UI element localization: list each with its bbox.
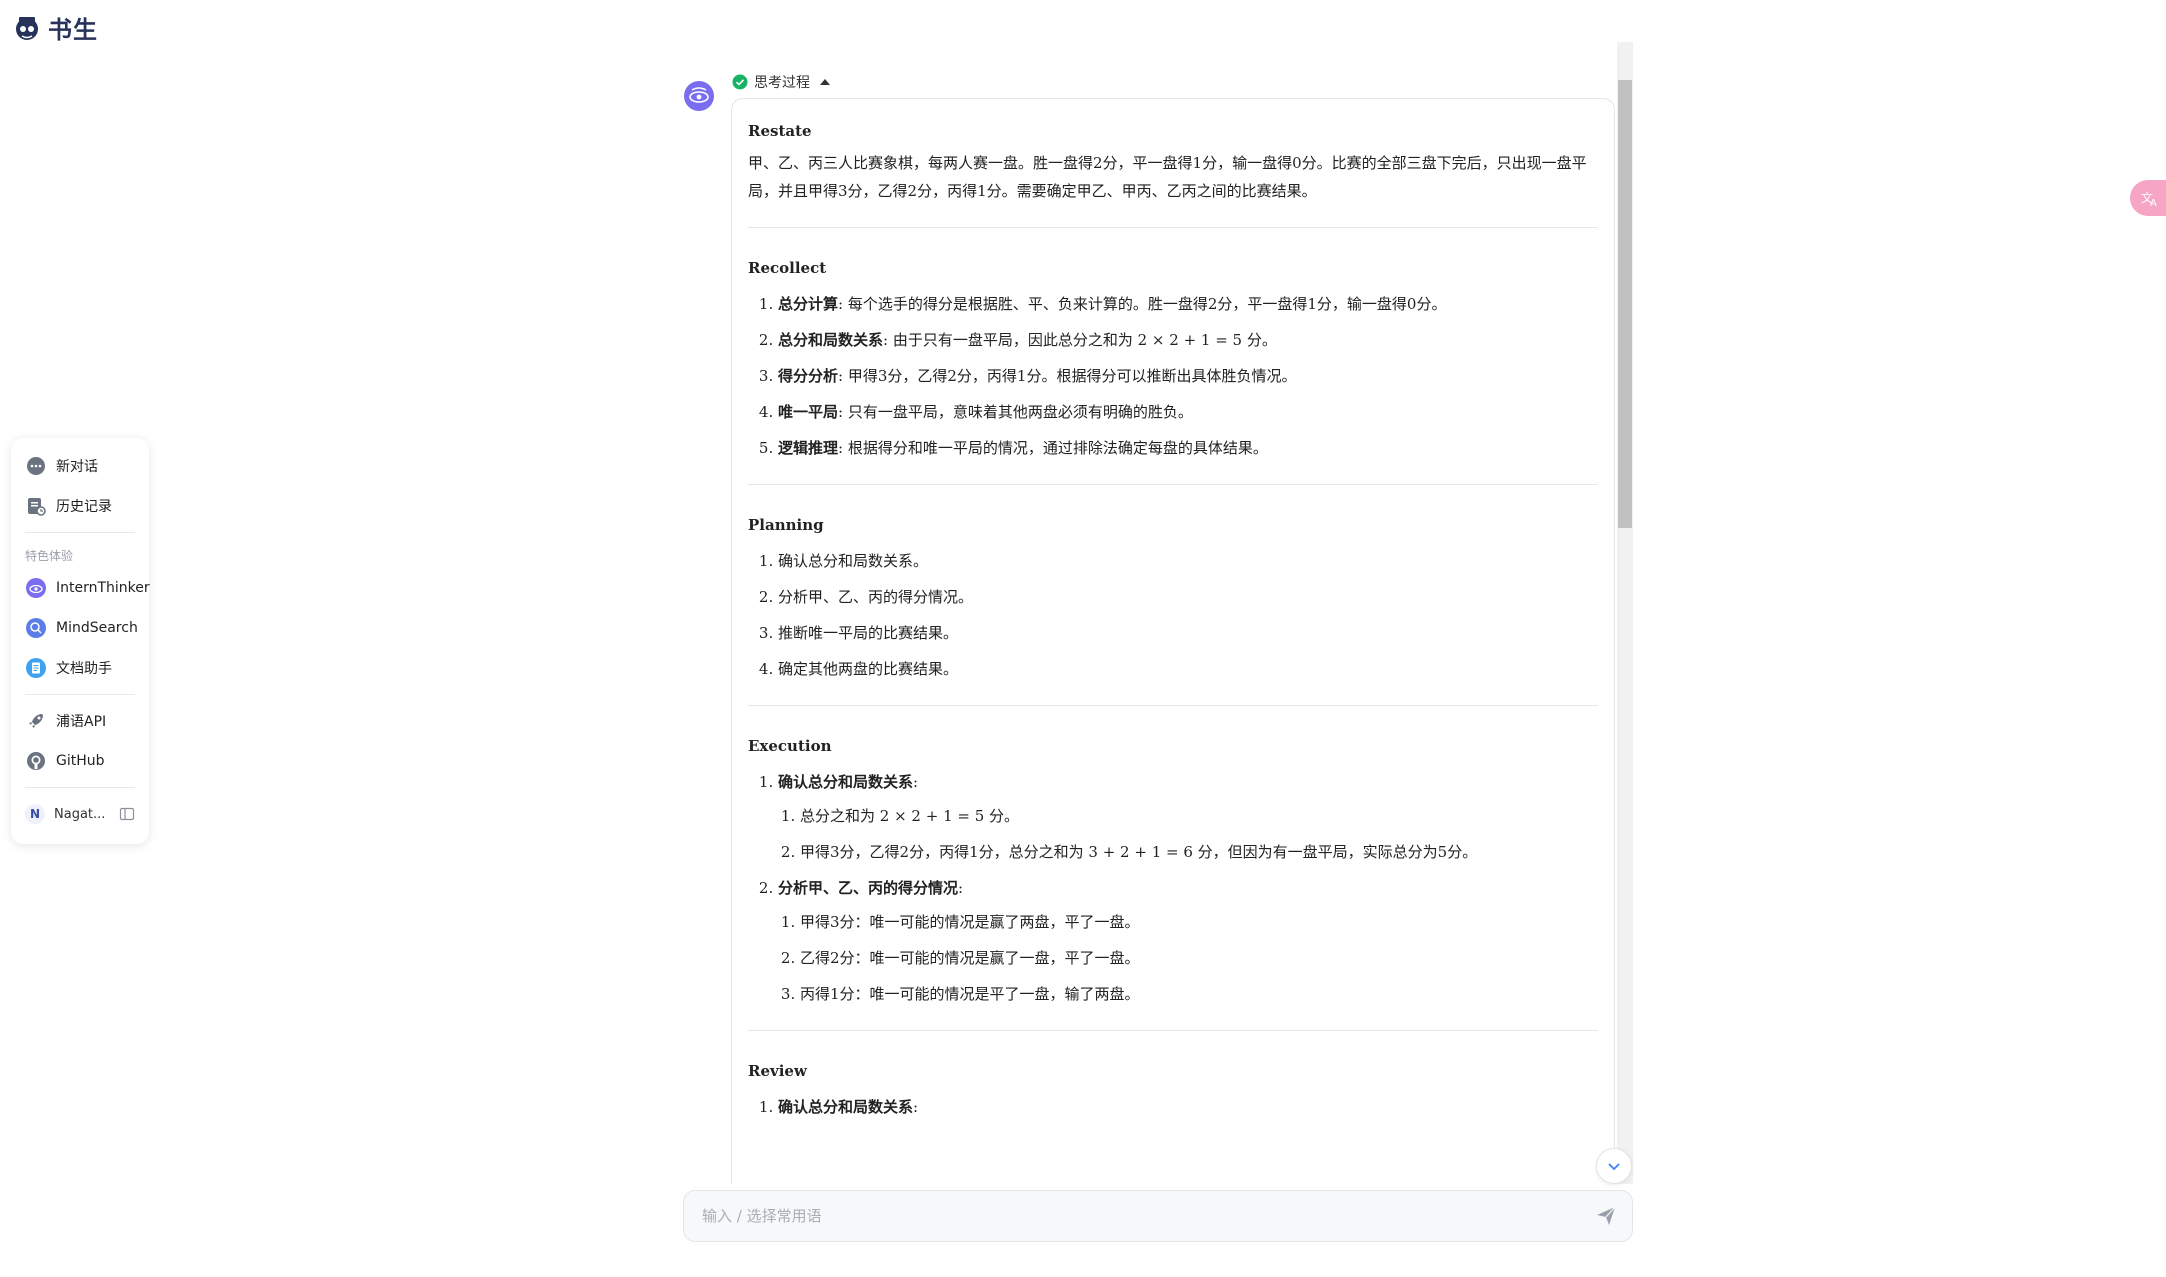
section-divider [748,227,1598,228]
nav-divider [25,787,135,788]
send-icon[interactable] [1594,1204,1618,1228]
translate-icon: 文A [2141,190,2157,209]
github-icon [25,750,47,772]
brand-logo[interactable]: 书生 [12,10,98,45]
translate-extension-button[interactable]: 文A [2130,180,2166,216]
history-icon [25,495,47,517]
step-suffix: : [913,773,919,791]
sidebar-collapse-icon[interactable] [119,806,135,822]
item-text: : 根据得分和唯一平局的情况，通过排除法确定每盘的具体结果。 [838,439,1268,457]
step-title: 确认总分和局数关系 [778,773,914,791]
nav-item-label: GitHub [56,753,105,769]
list-item: 分析甲、乙、丙的得分情况: 甲得3分：唯一可能的情况是赢了两盘，平了一盘。 乙得… [778,874,1598,1008]
item-text: : [913,1098,919,1116]
section-title-execution: Execution [748,737,832,755]
section-title-restate: Restate [748,122,812,140]
thinking-panel: Restate 甲、乙、丙三人比赛象棋，每两人赛一盘。胜一盘得2分，平一盘得1分… [731,98,1615,1184]
section-title-recollect: Recollect [748,259,827,277]
list-item: 推断唯一平局的比赛结果。 [778,619,1598,647]
list-item: 丙得1分：唯一可能的情况是平了一盘，输了两盘。 [800,980,1598,1008]
avatar: N [25,804,45,824]
sub-list: 甲得3分：唯一可能的情况是赢了两盘，平了一盘。 乙得2分：唯一可能的情况是赢了一… [778,908,1598,1008]
item-term: 总分和局数关系 [778,331,884,349]
nav-item-label: 文档助手 [56,661,112,677]
planning-list: 确认总分和局数关系。 分析甲、乙、丙的得分情况。 推断唯一平局的比赛结果。 确定… [748,547,1598,683]
chat-bubble-icon [25,455,47,477]
nav-item-label: MindSearch [56,620,138,636]
nav-item-label: InternThinker [56,580,150,596]
list-item: 确认总分和局数关系: [778,1093,1598,1121]
nav-item-label: 浦语API [56,714,107,730]
brand-name: 书生 [48,16,98,44]
list-item: 确定其他两盘的比赛结果。 [778,655,1598,683]
nav-new-chat[interactable]: 新对话 [11,446,149,486]
execution-list: 确认总分和局数关系: 总分之和为 2 × 2 + 1 = 5 分。 甲得3分，乙… [748,768,1598,1008]
list-item: 总分之和为 2 × 2 + 1 = 5 分。 [800,802,1598,830]
section-divider [748,705,1598,706]
item-term: 确认总分和局数关系 [778,1098,914,1116]
item-term: 唯一平局 [778,403,839,421]
nav-divider [25,694,135,695]
list-item: 总分和局数关系: 由于只有一盘平局，因此总分之和为 2 × 2 + 1 = 5 … [778,326,1598,354]
shusheng-logo-icon [16,16,38,40]
sidebar-nav: 新对话 历史记录 特色体验 InternThinker MindSearch 文… [11,438,150,844]
section-title-planning: Planning [748,516,824,534]
internthinker-icon [25,577,47,599]
list-item: 确认总分和局数关系: 总分之和为 2 × 2 + 1 = 5 分。 甲得3分，乙… [778,768,1598,866]
list-item: 分析甲、乙、丙的得分情况。 [778,583,1598,611]
item-text: : 甲得3分，乙得2分，丙得1分。根据得分可以推断出具体胜负情况。 [838,367,1297,385]
item-text: : 每个选手的得分是根据胜、平、负来计算的。胜一盘得2分，平一盘得1分，输一盘得… [838,295,1447,313]
list-item: 甲得3分，乙得2分，丙得1分，总分之和为 3 + 2 + 1 = 6 分，但因为… [800,838,1598,866]
message-composer [683,1190,1633,1242]
document-icon [25,657,47,679]
rocket-icon [25,710,47,732]
chat-scroll-area[interactable]: Restate 甲、乙、丙三人比赛象棋，每两人赛一盘。胜一盘得2分，平一盘得1分… [731,42,1633,1184]
step-suffix: : [958,879,964,897]
review-list: 确认总分和局数关系: [748,1093,1598,1121]
step-title: 分析甲、乙、丙的得分情况 [778,879,959,897]
sub-list: 总分之和为 2 × 2 + 1 = 5 分。 甲得3分，乙得2分，丙得1分，总分… [778,802,1598,866]
scroll-to-bottom-button[interactable] [1596,1148,1632,1184]
nav-document-assistant[interactable]: 文档助手 [11,648,149,688]
restate-text: 甲、乙、丙三人比赛象棋，每两人赛一盘。胜一盘得2分，平一盘得1分，输一盘得0分。… [748,154,1587,200]
item-text: : 由于只有一盘平局，因此总分之和为 2 × 2 + 1 = 5 分。 [883,331,1277,349]
nav-divider [25,532,135,533]
item-term: 逻辑推理 [778,439,839,457]
item-text: : 只有一盘平局，意味着其他两盘必须有明确的胜负。 [838,403,1193,421]
list-item: 得分分析: 甲得3分，乙得2分，丙得1分。根据得分可以推断出具体胜负情况。 [778,362,1598,390]
nav-mindsearch[interactable]: MindSearch [11,608,149,648]
section-divider [748,484,1598,485]
nav-history[interactable]: 历史记录 [11,486,149,526]
recollect-list: 总分计算: 每个选手的得分是根据胜、平、负来计算的。胜一盘得2分，平一盘得1分，… [748,290,1598,462]
nav-item-label: 历史记录 [56,499,112,515]
list-item: 总分计算: 每个选手的得分是根据胜、平、负来计算的。胜一盘得2分，平一盘得1分，… [778,290,1598,318]
list-item: 甲得3分：唯一可能的情况是赢了两盘，平了一盘。 [800,908,1598,936]
item-term: 得分分析 [778,367,839,385]
user-name: Nagat... [54,806,106,822]
list-item: 确认总分和局数关系。 [778,547,1598,575]
mindsearch-icon [25,617,47,639]
nav-item-label: 新对话 [56,459,98,475]
chevron-down-icon [1608,1163,1620,1171]
nav-github[interactable]: GitHub [11,741,149,781]
section-divider [748,1030,1598,1031]
nav-internthinker[interactable]: InternThinker [11,568,150,608]
list-item: 乙得2分：唯一可能的情况是赢了一盘，平了一盘。 [800,944,1598,972]
item-term: 总分计算 [778,295,839,313]
assistant-avatar-icon [684,81,714,111]
list-item: 逻辑推理: 根据得分和唯一平局的情况，通过排除法确定每盘的具体结果。 [778,434,1598,462]
svg-text:A: A [2150,198,2157,209]
message-input[interactable] [700,1206,1594,1226]
nav-puyu-api[interactable]: 浦语API [11,701,149,741]
scrollbar-thumb[interactable] [1618,80,1632,528]
nav-section-label: 特色体验 [25,549,74,563]
list-item: 唯一平局: 只有一盘平局，意味着其他两盘必须有明确的胜负。 [778,398,1598,426]
section-title-review: Review [748,1062,807,1080]
user-profile[interactable]: N Nagat... [11,794,149,834]
